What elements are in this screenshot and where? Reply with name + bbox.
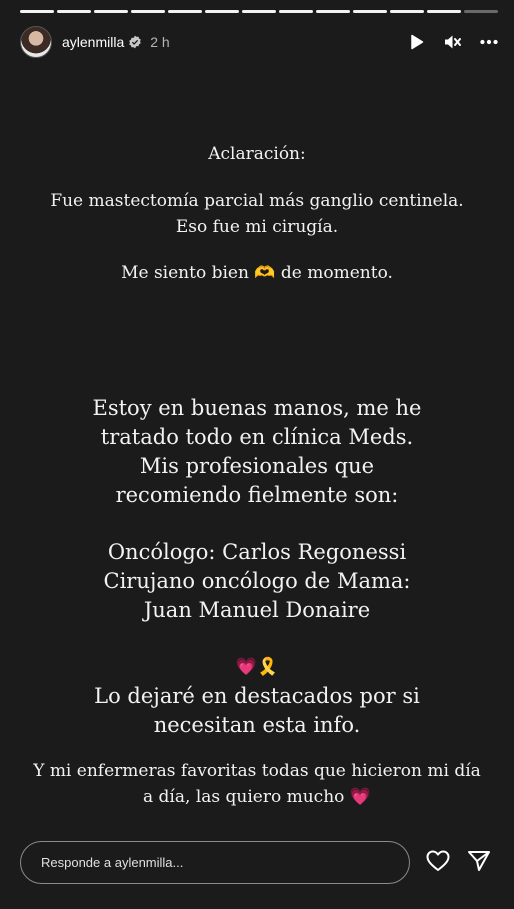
progress-segment — [316, 10, 350, 13]
more-options-button[interactable] — [480, 33, 498, 51]
send-icon — [468, 851, 490, 871]
avatar[interactable] — [20, 26, 52, 58]
story-text-block-4: Estoy en buenas manos, me he tratado tod… — [0, 394, 514, 510]
story-controls — [408, 33, 498, 51]
progress-segment — [131, 10, 165, 13]
reply-input[interactable]: Responde a aylenmilla... — [20, 841, 410, 884]
text-line: Oncólogo: Carlos Regonessi — [107, 540, 407, 564]
heart-icon — [426, 850, 450, 871]
progress-segment — [57, 10, 91, 13]
play-icon — [411, 34, 424, 50]
story-text-block-1: Aclaración: — [0, 141, 514, 167]
text-line: a día, las quiero mucho 💗 — [0, 784, 514, 810]
progress-segment — [242, 10, 276, 13]
text-line: Mis profesionales que — [139, 454, 375, 478]
text-line: Estoy en buenas manos, me he — [92, 396, 422, 420]
text-fragment: a día, las quiero mucho — [143, 787, 345, 807]
progress-segment-current — [464, 10, 498, 13]
heart-ribbon-emoji-icon: 💗🎗️ — [235, 657, 279, 677]
heart-emoji-icon: 💗 — [349, 787, 371, 807]
text-line: Fue mastectomía parcial más ganglio cent… — [50, 191, 464, 211]
username[interactable]: aylenmilla — [62, 34, 124, 50]
mute-button[interactable] — [444, 33, 462, 51]
post-time: 2 h — [150, 34, 170, 50]
progress-segment — [94, 10, 128, 13]
heart-hands-emoji-icon: 🫶 — [254, 263, 276, 283]
like-button[interactable] — [426, 850, 450, 872]
send-button[interactable] — [467, 850, 491, 872]
text-line: recomiendo fielmente son: — [115, 483, 399, 507]
story-text-block-2: Fue mastectomía parcial más ganglio cent… — [0, 188, 514, 240]
text-line: tratado todo en clínica Meds. — [100, 425, 414, 449]
verified-badge-icon — [129, 35, 142, 49]
progress-segment — [390, 10, 424, 13]
text-line: necesitan esta info. — [153, 713, 361, 737]
progress-segment — [168, 10, 202, 13]
text-line: Me siento bien 🫶 de momento. — [0, 260, 514, 286]
progress-segment — [20, 10, 54, 13]
more-dots-icon — [480, 39, 498, 45]
story-text-block-6: 💗🎗️ Lo dejaré en destacados por si neces… — [0, 653, 514, 740]
story-view[interactable]: aylenmilla 2 h Aclaración: Fue mastectom… — [0, 0, 514, 909]
story-text-block-3: Me siento bien 🫶 de momento. — [0, 260, 514, 286]
text-fragment: de momento. — [280, 263, 393, 283]
text-line: Lo dejaré en destacados por si — [94, 684, 420, 708]
story-text-block-5: Oncólogo: Carlos Regonessi Cirujano oncó… — [0, 538, 514, 625]
story-progress-bar — [20, 10, 498, 13]
progress-segment — [205, 10, 239, 13]
text-line: Aclaración: — [208, 144, 306, 164]
text-line: Eso fue mi cirugía. — [175, 217, 339, 237]
progress-segment — [427, 10, 461, 13]
speaker-muted-icon — [445, 35, 461, 49]
text-line: Y mi enfermeras favoritas todas que hici… — [33, 761, 481, 781]
progress-segment — [279, 10, 313, 13]
story-header: aylenmilla 2 h — [20, 26, 498, 58]
story-text-block-7: Y mi enfermeras favoritas todas que hici… — [0, 758, 514, 810]
progress-segment — [353, 10, 387, 13]
text-line: Cirujano oncólogo de Mama: — [103, 569, 411, 593]
text-line: Juan Manuel Donaire — [143, 598, 371, 622]
text-fragment: Me siento bien — [121, 263, 249, 283]
play-button[interactable] — [408, 33, 426, 51]
reply-placeholder: Responde a aylenmilla... — [41, 855, 184, 870]
